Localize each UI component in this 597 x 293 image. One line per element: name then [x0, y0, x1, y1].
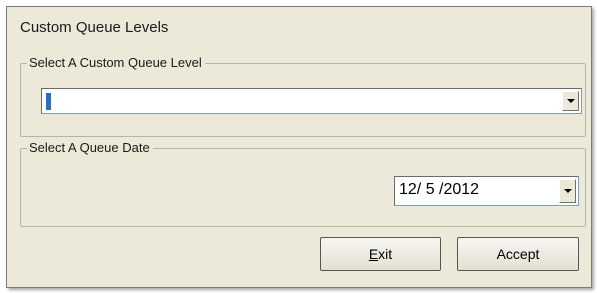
queue-date-dropdown-button[interactable] — [559, 179, 576, 203]
exit-button[interactable]: Exit — [320, 237, 441, 271]
accept-button[interactable]: Accept — [457, 237, 579, 271]
queue-date-group: Select A Queue Date 12/ 5 /2012 — [20, 140, 586, 227]
dialog-title: Custom Queue Levels — [20, 19, 169, 36]
queue-date-value: 12/ 5 /2012 — [399, 181, 480, 198]
chevron-down-icon — [564, 189, 572, 193]
queue-date-picker[interactable]: 12/ 5 /2012 — [394, 176, 579, 206]
queue-level-group: Select A Custom Queue Level — [20, 55, 586, 137]
queue-level-dropdown-button[interactable] — [562, 91, 579, 111]
custom-queue-levels-dialog: Custom Queue Levels Select A Custom Queu… — [6, 6, 592, 288]
exit-label-rest: xit — [378, 246, 393, 262]
queue-date-legend: Select A Queue Date — [27, 140, 153, 156]
chevron-down-icon — [567, 99, 575, 103]
queue-level-legend: Select A Custom Queue Level — [27, 55, 205, 71]
queue-level-select[interactable] — [41, 88, 582, 114]
text-caret — [46, 93, 51, 110]
exit-mnemonic: E — [368, 246, 379, 262]
